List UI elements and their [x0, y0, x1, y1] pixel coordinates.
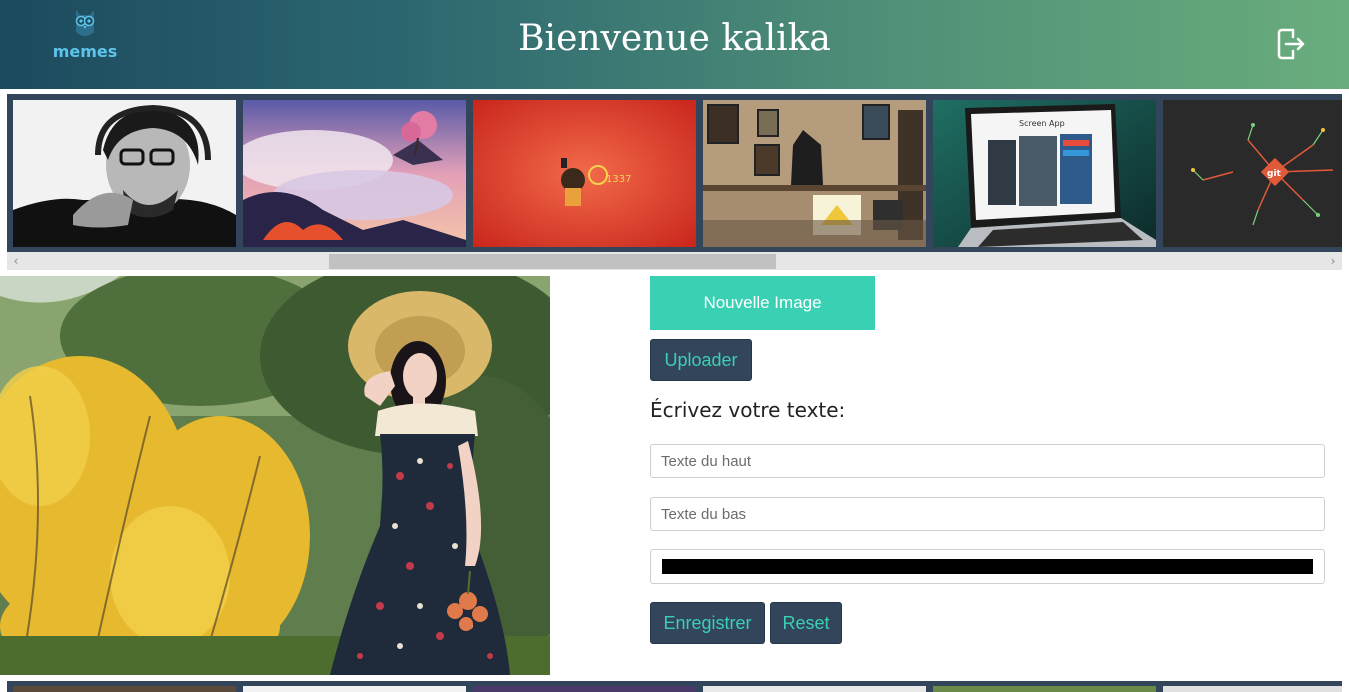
bottom-gallery-strip — [7, 681, 1342, 692]
app-header: memes Bienvenue kalika — [0, 0, 1349, 89]
reset-button[interactable]: Reset — [770, 602, 842, 644]
svg-text:1337: 1337 — [606, 174, 631, 185]
laptop-caption: Screen App — [1019, 119, 1065, 128]
save-button[interactable]: Enregistrer — [650, 602, 765, 644]
bottom-thumb-1[interactable] — [13, 686, 236, 692]
thumb-shop-interior[interactable] — [703, 100, 926, 247]
upload-button[interactable]: Uploader — [650, 339, 752, 381]
gallery-scrollbar[interactable]: ‹ › — [7, 252, 1342, 270]
thumb-git-logo[interactable]: git — [1163, 100, 1342, 247]
logout-icon[interactable] — [1276, 27, 1306, 61]
scrollbar-thumb[interactable] — [329, 254, 776, 269]
bottom-thumb-6[interactable] — [1163, 686, 1342, 692]
git-badge: git — [1267, 169, 1282, 179]
bottom-thumb-5[interactable] — [933, 686, 1156, 692]
bottom-thumb-3[interactable] — [473, 686, 696, 692]
image-gallery: 1337 Screen App git — [7, 94, 1342, 252]
top-text-input[interactable] — [650, 444, 1325, 478]
thumb-fantasy-landscape[interactable] — [243, 100, 466, 247]
write-text-label: Écrivez votre texte: — [650, 398, 846, 422]
bottom-thumb-2[interactable] — [243, 686, 466, 692]
thumb-man-headphones[interactable] — [13, 100, 236, 247]
new-image-button[interactable]: Nouvelle Image — [650, 276, 875, 330]
page-title: Bienvenue kalika — [518, 18, 831, 59]
scroll-right-icon[interactable]: › — [1326, 254, 1340, 268]
color-swatch — [662, 559, 1313, 574]
bottom-text-input[interactable] — [650, 497, 1325, 531]
thumb-red-character[interactable]: 1337 — [473, 100, 696, 247]
thumb-laptop-screen-app[interactable]: Screen App — [933, 100, 1156, 247]
meme-preview-image[interactable] — [0, 276, 550, 675]
scroll-left-icon[interactable]: ‹ — [9, 254, 23, 268]
bottom-thumb-4[interactable] — [703, 686, 926, 692]
text-color-picker[interactable] — [650, 549, 1325, 584]
